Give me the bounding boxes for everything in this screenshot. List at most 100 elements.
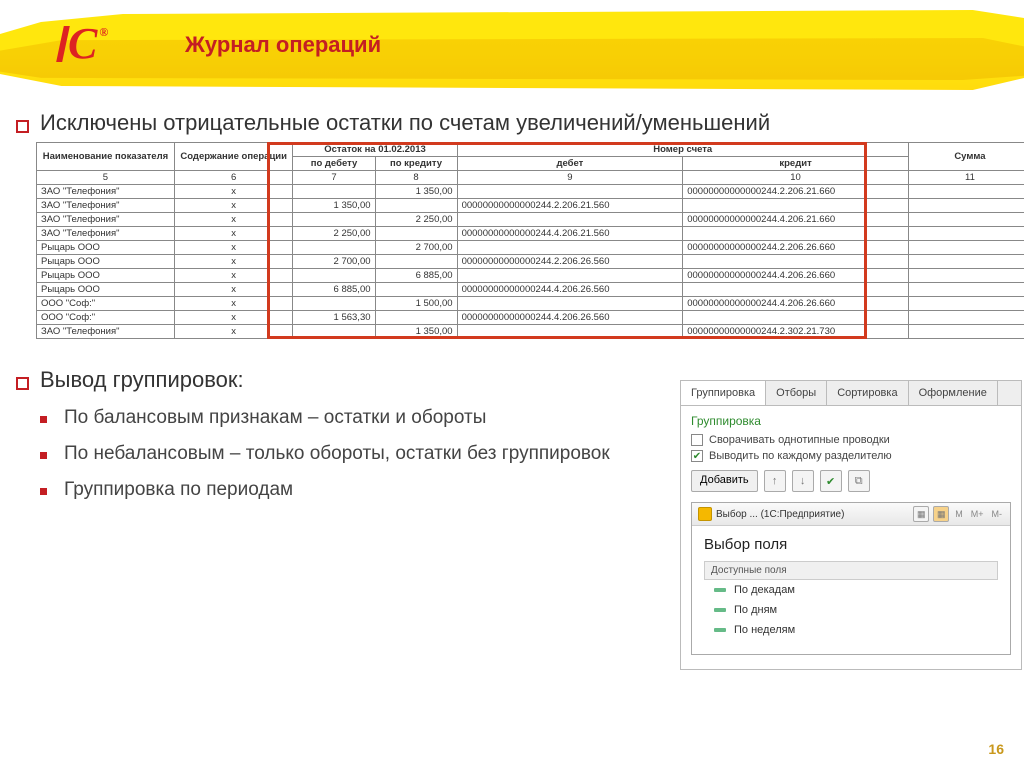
cell-deb [293, 269, 375, 283]
field-item[interactable]: По дням [704, 600, 998, 620]
sub-bullet-1: По балансовым признакам – остатки и обор… [40, 407, 656, 429]
cell-sum [908, 213, 1024, 227]
sub-bullet-3: Группировка по периодам [40, 479, 656, 501]
copy-button[interactable]: ⧉ [848, 470, 870, 492]
cell-kred: 2 250,00 [375, 213, 457, 227]
cell-debet [457, 213, 683, 227]
field-icon [714, 608, 726, 612]
tab-grouping[interactable]: Группировка [681, 381, 766, 405]
mem-mm[interactable]: M- [990, 509, 1005, 519]
cell-name: ООО "Соф:" [37, 311, 175, 325]
checkbox-separator[interactable]: ✔ Выводить по каждому разделителю [691, 450, 1011, 462]
cell-sum [908, 199, 1024, 213]
cell-op: x [174, 325, 293, 339]
cell-kred: 6 885,00 [375, 269, 457, 283]
cell-kredit [683, 283, 909, 297]
colnum: 7 [293, 171, 375, 185]
cell-debet: 00000000000000244.4.206.21.560 [457, 227, 683, 241]
panel-heading: Группировка [691, 414, 1011, 428]
calendar-icon[interactable]: ▦ [933, 506, 949, 522]
data-table: Наименование показателя Содержание опера… [36, 142, 1024, 339]
th-sum: Сумма [908, 143, 1024, 171]
cell-kred: 1 500,00 [375, 297, 457, 311]
cell-kredit: 00000000000000244.4.206.26.660 [683, 269, 909, 283]
field-item[interactable]: По неделям [704, 620, 998, 640]
cell-sum [908, 255, 1024, 269]
cell-kredit: 00000000000000244.2.206.26.660 [683, 241, 909, 255]
cell-sum [908, 185, 1024, 199]
field-item[interactable]: По декадам [704, 580, 998, 600]
cell-kred: 1 350,00 [375, 325, 457, 339]
cell-kred: 1 350,00 [375, 185, 457, 199]
cell-sum [908, 241, 1024, 255]
tab-style[interactable]: Оформление [909, 381, 998, 405]
page-number: 16 [988, 741, 1004, 757]
cell-sum [908, 269, 1024, 283]
panel-tabs: Группировка Отборы Сортировка Оформление [681, 381, 1021, 406]
bullet-main-1-text: Исключены отрицательные остатки по счета… [40, 110, 770, 135]
cell-kredit: 00000000000000244.2.206.21.660 [683, 185, 909, 199]
cell-kred: 2 700,00 [375, 241, 457, 255]
cell-kredit [683, 199, 909, 213]
calc-icon[interactable]: ▦ [913, 506, 929, 522]
bullet-main-2-text: Вывод группировок: [40, 367, 244, 392]
cell-sum [908, 227, 1024, 241]
tab-sort[interactable]: Сортировка [827, 381, 908, 405]
data-table-wrap: Наименование показателя Содержание опера… [36, 142, 1008, 339]
table-row: ЗАО "Телефония"x2 250,000000000000000024… [37, 227, 1024, 241]
fields-head: Доступные поля [704, 561, 998, 580]
checkbox-collapse[interactable]: Сворачивать однотипные проводки [691, 434, 1011, 446]
cell-deb: 1 563,30 [293, 311, 375, 325]
colnum: 11 [908, 171, 1024, 185]
th-name: Наименование показателя [37, 143, 175, 171]
mem-m[interactable]: M [953, 509, 965, 519]
check-button[interactable]: ✔ [820, 470, 842, 492]
th-op: Содержание операции [174, 143, 293, 171]
cell-debet: 00000000000000244.2.206.21.560 [457, 199, 683, 213]
cell-op: x [174, 283, 293, 297]
move-up-button[interactable]: ↑ [764, 470, 786, 492]
cell-deb: 1 350,00 [293, 199, 375, 213]
colnum: 9 [457, 171, 683, 185]
popup-heading: Выбор поля [704, 536, 998, 553]
cell-kredit: 00000000000000244.4.206.21.660 [683, 213, 909, 227]
sub-bullet-2: По небалансовым – только обороты, остатк… [40, 443, 656, 465]
th-kredit: кредит [683, 157, 909, 171]
cell-deb: 2 250,00 [293, 227, 375, 241]
bullet-main-2: Вывод группировок: По балансовым признак… [16, 367, 656, 501]
cell-kredit: 00000000000000244.4.206.26.660 [683, 297, 909, 311]
cell-deb [293, 241, 375, 255]
th-nomer: Номер счета [457, 143, 908, 157]
table-row: Рыцарь ОООx6 885,0000000000000000244.4.2… [37, 269, 1024, 283]
logo-1c: C® [60, 18, 108, 69]
cell-deb [293, 297, 375, 311]
table-row: Рыцарь ОООx2 700,0000000000000000244.2.2… [37, 255, 1024, 269]
table-row: ЗАО "Телефония"x1 350,000000000000000024… [37, 199, 1024, 213]
cell-name: ЗАО "Телефония" [37, 185, 175, 199]
move-down-button[interactable]: ↓ [792, 470, 814, 492]
cell-kredit [683, 255, 909, 269]
field-picker-popup: Выбор ... (1С:Предприятие) ▦ ▦ M M+ M- В… [691, 502, 1011, 655]
popup-title: Выбор ... (1С:Предприятие) [716, 509, 844, 520]
cell-debet [457, 241, 683, 255]
field-icon [714, 588, 726, 592]
cell-name: ООО "Соф:" [37, 297, 175, 311]
th-deb: по дебету [293, 157, 375, 171]
table-row: ООО "Соф:"x1 563,3000000000000000244.4.2… [37, 311, 1024, 325]
checkbox-collapse-label: Сворачивать однотипные проводки [709, 434, 890, 446]
cell-kred [375, 199, 457, 213]
add-button[interactable]: Добавить [691, 470, 758, 492]
cell-debet [457, 269, 683, 283]
cell-name: ЗАО "Телефония" [37, 213, 175, 227]
mem-mp[interactable]: M+ [969, 509, 986, 519]
cell-debet: 00000000000000244.4.206.26.560 [457, 311, 683, 325]
table-row: Рыцарь ОООx6 885,0000000000000000244.4.2… [37, 283, 1024, 297]
cell-op: x [174, 269, 293, 283]
cell-op: x [174, 241, 293, 255]
cell-name: Рыцарь ООО [37, 241, 175, 255]
cell-debet: 00000000000000244.4.206.26.560 [457, 283, 683, 297]
cell-op: x [174, 213, 293, 227]
th-debet: дебет [457, 157, 683, 171]
cell-sum [908, 325, 1024, 339]
tab-filters[interactable]: Отборы [766, 381, 827, 405]
